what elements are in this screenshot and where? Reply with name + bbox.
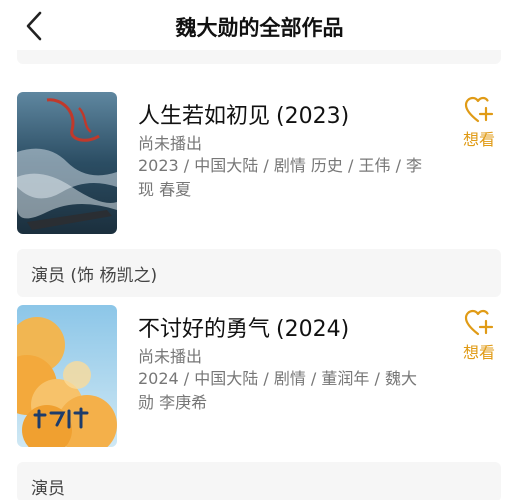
role-label: 演员 (饰 杨凯之)	[31, 266, 158, 286]
heart-plus-icon	[464, 96, 494, 123]
work-card[interactable]: 不讨好的勇气 (2024) 尚未播出 2024 / 中国大陆 / 剧情 / 董润年…	[0, 305, 519, 455]
work-title-text: 不讨好的勇气	[138, 317, 271, 342]
want-to-watch-button[interactable]: 想看	[459, 96, 499, 150]
nav-bar: 魏大勋的全部作品	[0, 0, 519, 50]
want-to-watch-label: 想看	[462, 130, 495, 149]
work-title-text: 人生若如初见	[138, 104, 271, 129]
want-to-watch-label: 想看	[462, 343, 495, 362]
work-meta: 2024 / 中国大陆 / 剧情 / 董润年 / 魏大勋 李庚希	[138, 369, 417, 412]
poster-image	[17, 305, 117, 447]
heart-plus-icon	[464, 309, 494, 336]
role-section: 演员 (饰 杨凯之)	[17, 249, 501, 297]
poster-image	[17, 92, 117, 234]
release-status: 尚未播出	[138, 347, 203, 366]
release-status: 尚未播出	[138, 134, 203, 153]
work-year: (2023)	[276, 104, 350, 129]
work-meta: 2023 / 中国大陆 / 剧情 历史 / 王伟 / 李现 春夏	[138, 156, 423, 199]
want-to-watch-button[interactable]: 想看	[459, 309, 499, 363]
work-title[interactable]: 不讨好的勇气 (2024)	[138, 311, 349, 343]
role-section: 演员	[17, 462, 501, 500]
role-label: 演员	[31, 479, 65, 499]
page-title: 魏大勋的全部作品	[175, 16, 344, 40]
work-title[interactable]: 人生若如初见 (2023)	[138, 98, 349, 130]
section-divider	[17, 50, 501, 64]
work-year: (2024)	[276, 317, 350, 342]
work-card[interactable]: 人生若如初见 (2023) 尚未播出 2023 / 中国大陆 / 剧情 历史 / …	[0, 92, 519, 242]
